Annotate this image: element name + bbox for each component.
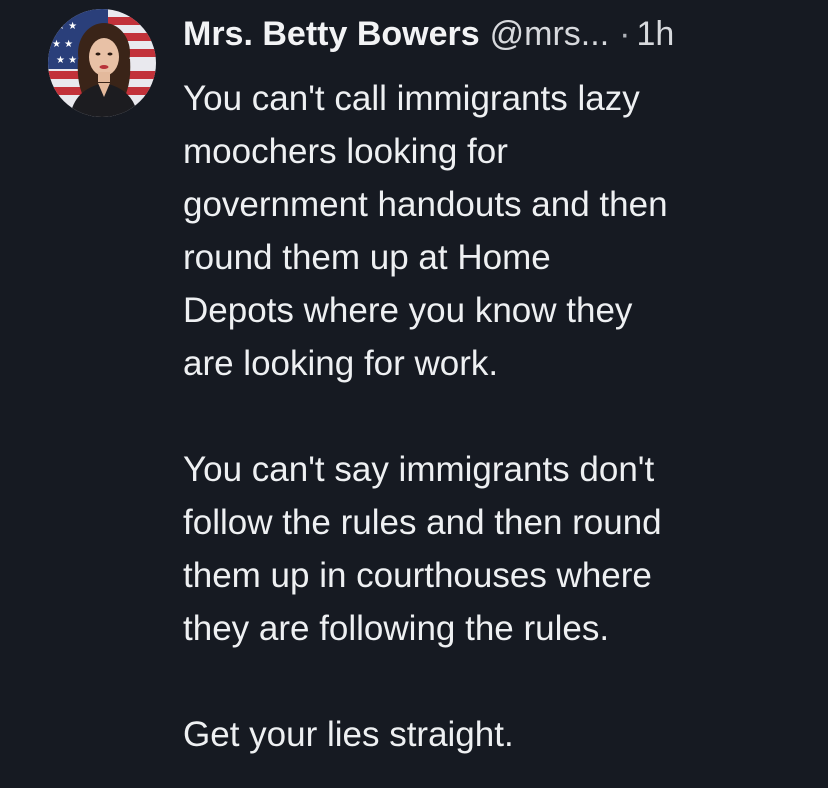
post-text-line: Get your lies straight. xyxy=(183,715,514,754)
header-separator: · xyxy=(619,15,631,53)
svg-text:★ ★: ★ ★ xyxy=(56,55,77,66)
post-text-line: follow the rules and then round xyxy=(183,503,662,542)
author-avatar[interactable]: ★ ★ ★ ★ ★ ★ xyxy=(48,9,156,117)
post-text-line: are looking for work. xyxy=(183,344,499,383)
post-header: Mrs. Betty Bowers @mrs... · 1h xyxy=(183,10,674,58)
post-text-line: round them up at Home xyxy=(183,238,551,277)
post-text-line: they are following the rules. xyxy=(183,609,610,648)
post-text-line: You can't call immigrants lazy xyxy=(183,79,640,118)
author-name[interactable]: Mrs. Betty Bowers xyxy=(183,10,480,58)
post-timestamp[interactable]: 1h xyxy=(636,10,674,58)
post-text-line: Depots where you know they xyxy=(183,291,633,330)
svg-text:★ ★: ★ ★ xyxy=(56,21,77,32)
post-text-line: them up in courthouses where xyxy=(183,556,652,595)
avatar-image: ★ ★ ★ ★ ★ ★ xyxy=(48,9,156,117)
author-handle[interactable]: @mrs... xyxy=(490,10,610,58)
post-text: You can't call immigrants lazy moochers … xyxy=(183,72,803,761)
post-text-line: government handouts and then xyxy=(183,185,668,224)
post-text-line: moochers looking for xyxy=(183,132,508,171)
svg-text:★ ★: ★ ★ xyxy=(52,39,73,50)
post-card: ★ ★ ★ ★ ★ ★ Mrs. Betty Bowers @mrs... · … xyxy=(0,0,828,788)
post-text-line: You can't say immigrants don't xyxy=(183,450,655,489)
